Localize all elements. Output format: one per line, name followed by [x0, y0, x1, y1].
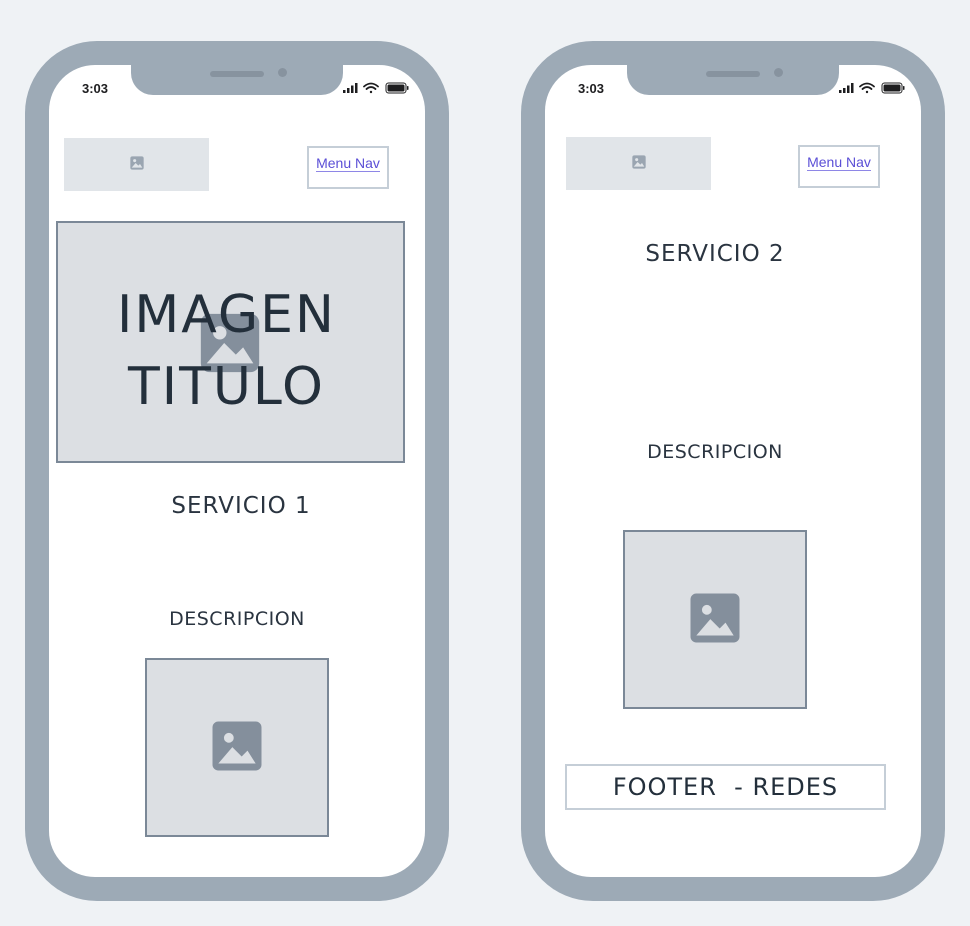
image-icon [129, 155, 145, 175]
logo-placeholder [64, 138, 209, 191]
hero-image-placeholder: IMAGEN TITULO [56, 221, 405, 463]
speaker-grille [706, 71, 760, 77]
logo-placeholder [566, 137, 711, 190]
wifi-icon [859, 82, 875, 94]
wifi-icon [363, 82, 379, 94]
status-time: 3:03 [82, 81, 109, 96]
service-title: SERVICIO 1 [171, 493, 311, 519]
status-icons [837, 81, 909, 95]
image-icon [687, 590, 743, 650]
front-camera [774, 68, 783, 77]
service-image-placeholder [145, 658, 329, 837]
hero-title-line: TITULO [128, 357, 325, 417]
menu-nav-button[interactable]: Menu Nav [798, 145, 880, 188]
service-image-placeholder [623, 530, 807, 709]
phone-mockup-1: 3:03 Menu Nav IMAGEN TITULO SERVICIO 1 D… [25, 41, 449, 901]
battery-icon [881, 82, 905, 94]
menu-nav-label: Menu Nav [807, 154, 871, 171]
cellular-signal-icon [343, 83, 358, 93]
phone-notch [627, 65, 839, 95]
hero-title-line: IMAGEN [117, 285, 336, 345]
service-description: DESCRIPCION [647, 441, 783, 463]
hero-title: IMAGEN TITULO [52, 279, 401, 423]
menu-nav-button[interactable]: Menu Nav [307, 146, 389, 189]
front-camera [278, 68, 287, 77]
image-icon [209, 718, 265, 778]
footer-social: FOOTER - REDES [565, 764, 886, 810]
speaker-grille [210, 71, 264, 77]
service-title: SERVICIO 2 [645, 241, 785, 267]
phone-screen: 3:03 [545, 65, 921, 877]
cellular-signal-icon [839, 83, 854, 93]
menu-nav-label: Menu Nav [316, 155, 380, 172]
service-description: DESCRIPCION [169, 608, 305, 630]
status-time: 3:03 [578, 81, 605, 96]
phone-notch [131, 65, 343, 95]
status-icons [341, 81, 413, 95]
image-icon [631, 154, 647, 174]
footer-label: FOOTER - REDES [612, 773, 839, 801]
battery-icon [385, 82, 409, 94]
phone-mockup-2: 3:03 Menu Nav SERVICIO 2 DESCRIPCION FOO… [521, 41, 945, 901]
phone-screen: 3:03 [49, 65, 425, 877]
